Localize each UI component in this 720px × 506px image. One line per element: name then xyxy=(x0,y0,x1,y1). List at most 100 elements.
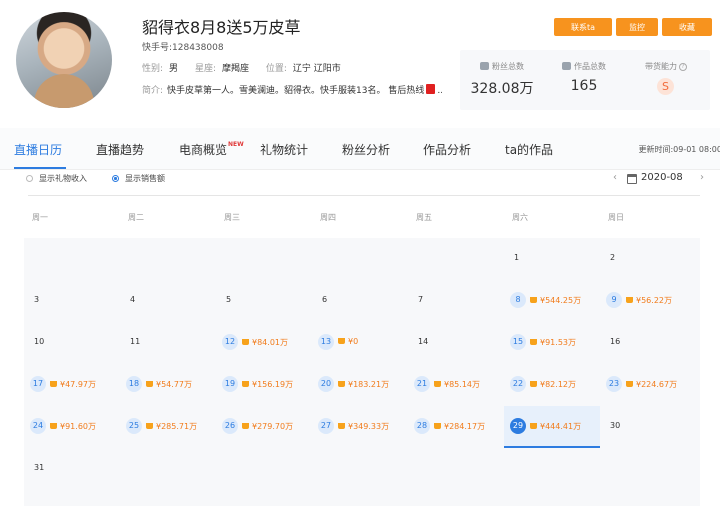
sales-amount: ¥56.22万 xyxy=(626,295,672,306)
calendar-day[interactable]: 8 ¥544.25万 xyxy=(504,280,600,322)
sales-amount-value: ¥0 xyxy=(348,337,359,346)
calendar-day[interactable]: 25 ¥285.71万 xyxy=(120,406,216,448)
cart-icon xyxy=(146,423,153,429)
day-number: 1 xyxy=(514,253,520,262)
contact-button[interactable]: 联系ta xyxy=(554,18,612,36)
sales-amount-value: ¥285.71万 xyxy=(156,422,198,431)
prev-month-button[interactable]: ‹ xyxy=(613,172,617,183)
day-number: 20 xyxy=(318,376,334,392)
cart-icon xyxy=(530,423,537,429)
month-label[interactable]: 2020-08 xyxy=(641,172,683,183)
weekday-thu: 周四 xyxy=(320,213,336,222)
calendar-day[interactable]: 19 ¥156.19万 xyxy=(216,364,312,406)
tab-ta-works[interactable]: ta的作品 xyxy=(505,141,553,158)
calendar-day[interactable]: 1 xyxy=(504,238,600,280)
calendar-day[interactable]: 31 xyxy=(24,448,120,490)
gender-label: 性别: xyxy=(142,64,164,74)
calendar-day[interactable]: 10 xyxy=(24,322,120,364)
bio-text: 快手皮草第一人。雪美澜迪。貂得衣。快手服装13名。 售后热线 xyxy=(167,86,425,96)
sales-amount: ¥47.97万 xyxy=(50,379,96,390)
sales-radio[interactable] xyxy=(112,175,119,182)
tab-gifts[interactable]: 礼物统计 xyxy=(260,141,308,158)
sales-amount-value: ¥85.14万 xyxy=(444,380,480,389)
live-calendar: 周一 周二 周三 周四 周五 周六 周日 1 2 3 4 5 6 7 8 ¥544.25万 9 ¥5… xyxy=(24,196,700,506)
cart-icon xyxy=(50,423,57,429)
calendar-day[interactable]: 29 ¥444.41万 xyxy=(504,406,600,448)
calendar-day[interactable]: 28 ¥284.17万 xyxy=(408,406,504,448)
sales-amount-value: ¥183.21万 xyxy=(348,380,390,389)
calendar-icon[interactable] xyxy=(627,174,637,184)
calendar-day[interactable]: 21 ¥85.14万 xyxy=(408,364,504,406)
calendar-day[interactable]: 14 xyxy=(408,322,504,364)
cart-icon xyxy=(530,381,537,387)
next-month-button[interactable]: › xyxy=(700,172,704,183)
sales-amount-value: ¥82.12万 xyxy=(540,380,576,389)
calendar-day[interactable]: 26 ¥279.70万 xyxy=(216,406,312,448)
sales-label-option[interactable]: 显示销售额 xyxy=(125,173,165,184)
calendar-day[interactable]: 7 xyxy=(408,280,504,322)
calendar-day[interactable]: 2 xyxy=(600,238,696,280)
calendar-day[interactable]: 9 ¥56.22万 xyxy=(600,280,696,322)
sales-amount: ¥444.41万 xyxy=(530,421,581,432)
sales-amount: ¥544.25万 xyxy=(530,295,581,306)
calendar-day[interactable]: 27 ¥349.33万 xyxy=(312,406,408,448)
calendar-day[interactable]: 16 xyxy=(600,322,696,364)
stat-fans: 粉丝总数 328.08万 xyxy=(460,50,544,110)
calendar-day[interactable]: 11 xyxy=(120,322,216,364)
active-tab-indicator xyxy=(14,167,66,169)
day-number: 19 xyxy=(222,376,238,392)
calendar-day[interactable]: 5 xyxy=(216,280,312,322)
day-number: 10 xyxy=(34,337,45,346)
calendar-day[interactable]: 15 ¥91.53万 xyxy=(504,322,600,364)
calendar-day[interactable]: 17 ¥47.97万 xyxy=(24,364,120,406)
cart-icon xyxy=(146,381,153,387)
gender-value: 男 xyxy=(169,64,179,74)
tab-fans[interactable]: 粉丝分析 xyxy=(342,141,390,158)
sales-amount: ¥54.77万 xyxy=(146,379,192,390)
collect-button[interactable]: 收藏 xyxy=(662,18,712,36)
tab-live-calendar[interactable]: 直播日历 xyxy=(14,141,62,158)
day-number: 12 xyxy=(222,334,238,350)
works-label: 作品总数 xyxy=(574,62,606,71)
day-number: 29 xyxy=(510,418,526,434)
calendar-day[interactable]: 23 ¥224.67万 xyxy=(600,364,696,406)
tab-ecommerce[interactable]: 电商概览 xyxy=(179,141,227,158)
sales-amount-value: ¥56.22万 xyxy=(636,296,672,305)
cart-icon xyxy=(434,381,441,387)
calendar-day[interactable]: 6 xyxy=(312,280,408,322)
stat-sales-ability: 带货能力? S xyxy=(624,50,708,110)
help-icon[interactable]: ? xyxy=(679,63,687,71)
day-number: 14 xyxy=(418,337,429,346)
sales-amount-value: ¥156.19万 xyxy=(252,380,294,389)
sales-amount-value: ¥91.60万 xyxy=(60,422,96,431)
calendar-day[interactable]: 3 xyxy=(24,280,120,322)
zodiac-label: 星座: xyxy=(194,64,216,74)
gift-income-radio[interactable] xyxy=(26,175,33,182)
calendar-day[interactable]: 12 ¥84.01万 xyxy=(216,322,312,364)
calendar-day[interactable]: 4 xyxy=(120,280,216,322)
calendar-day[interactable]: 30 xyxy=(600,406,696,448)
location-value: 辽宁 辽阳市 xyxy=(292,64,341,74)
cart-icon xyxy=(338,423,345,429)
cart-icon xyxy=(626,297,633,303)
calendar-day[interactable]: 20 ¥183.21万 xyxy=(312,364,408,406)
day-number: 30 xyxy=(610,421,621,430)
monitor-button[interactable]: 监控 xyxy=(616,18,658,36)
day-number: 13 xyxy=(318,334,334,350)
sales-label: 带货能力 xyxy=(645,62,677,71)
fans-icon xyxy=(480,62,489,70)
calendar-day[interactable]: 13 ¥0 xyxy=(312,322,408,364)
tab-bar: 直播日历 直播趋势 电商概览 NEW 礼物统计 粉丝分析 作品分析 ta的作品 … xyxy=(0,128,720,170)
tab-live-trend[interactable]: 直播趋势 xyxy=(96,141,144,158)
day-number: 2 xyxy=(610,253,616,262)
weekday-wed: 周三 xyxy=(224,213,240,222)
tab-works-analysis[interactable]: 作品分析 xyxy=(423,141,471,158)
calendar-day[interactable]: 24 ¥91.60万 xyxy=(24,406,120,448)
gift-income-label[interactable]: 显示礼物收入 xyxy=(39,173,87,184)
profile-bio: 简介:快手皮草第一人。雪美澜迪。貂得衣。快手服装13名。 售后热线... xyxy=(142,83,442,96)
sales-amount: ¥84.01万 xyxy=(242,337,288,348)
calendar-day[interactable]: 22 ¥82.12万 xyxy=(504,364,600,406)
bio-label: 简介: xyxy=(142,86,164,96)
stats-panel: 粉丝总数 328.08万 作品总数 165 带货能力? S xyxy=(460,50,710,110)
calendar-day[interactable]: 18 ¥54.77万 xyxy=(120,364,216,406)
